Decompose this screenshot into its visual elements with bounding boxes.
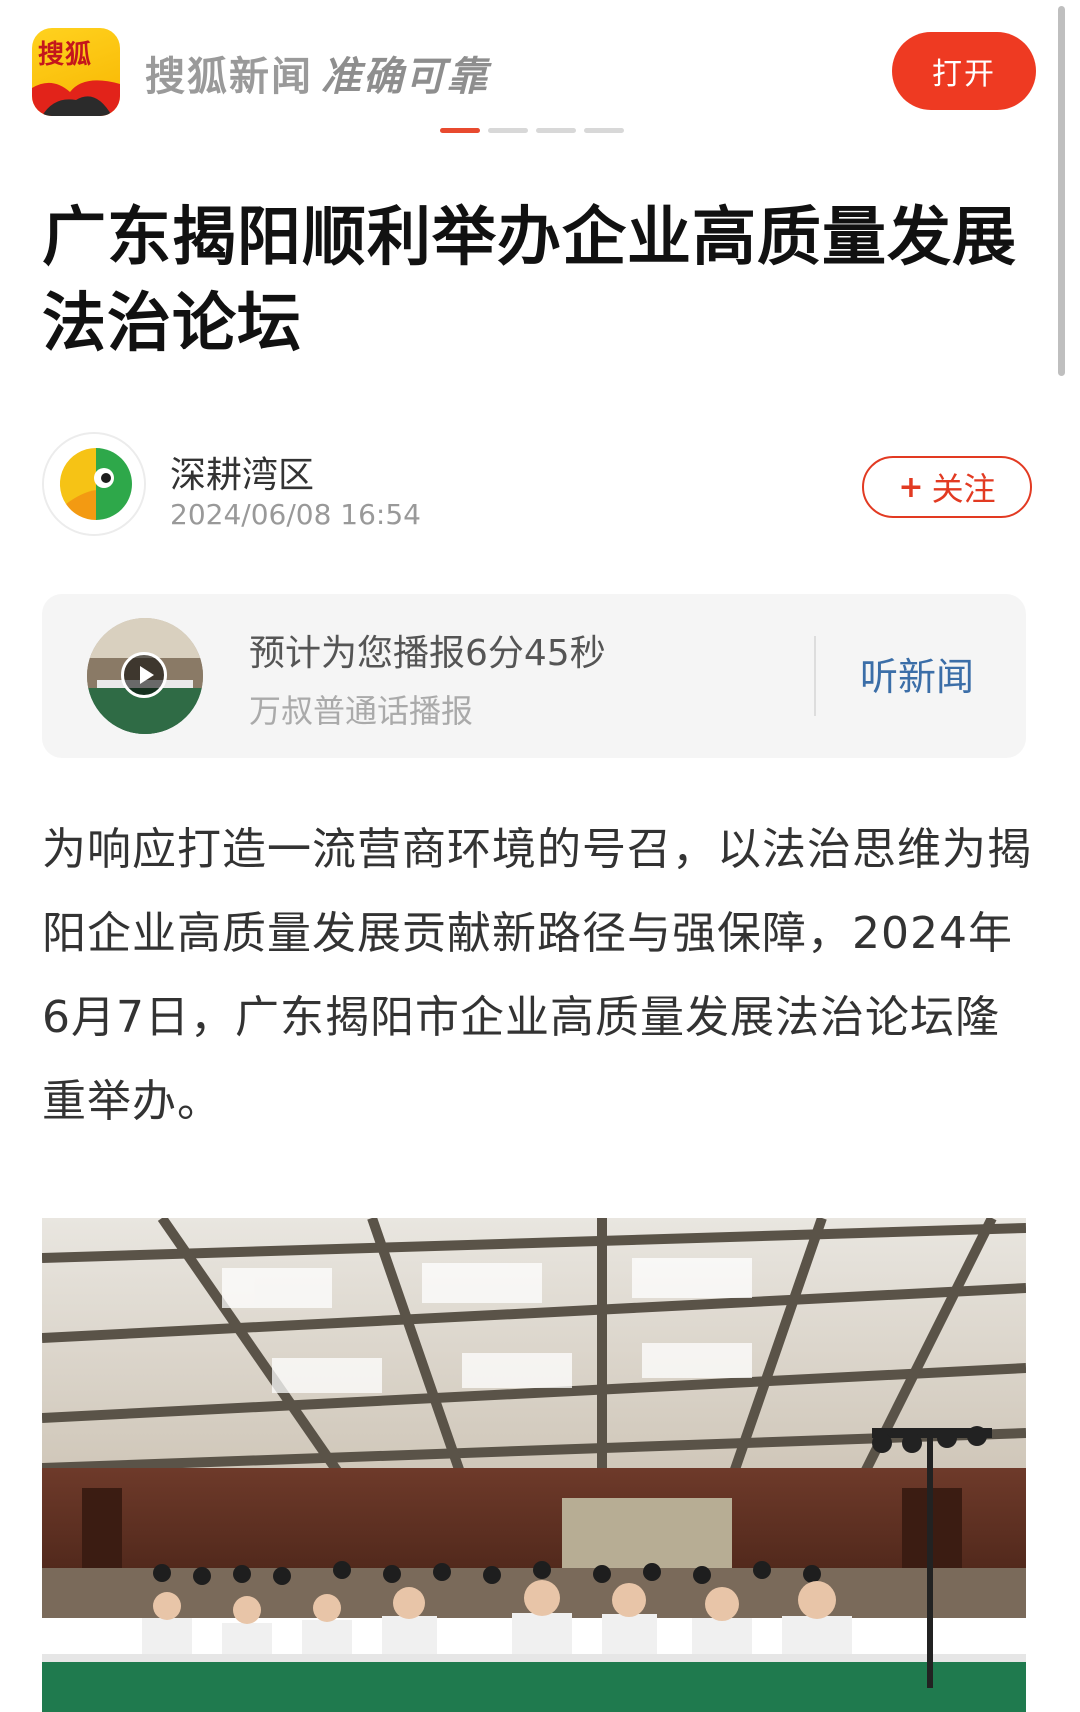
carousel-dot[interactable] bbox=[488, 128, 528, 133]
page-scrollbar[interactable] bbox=[1056, 0, 1068, 1712]
open-app-button[interactable]: 打开 bbox=[892, 32, 1036, 110]
conference-hall-image bbox=[42, 1218, 1026, 1712]
slogan-tagline: 准确可靠 bbox=[321, 53, 489, 100]
publish-time: 2024/06/08 16:54 bbox=[170, 498, 421, 531]
audio-thumbnail[interactable] bbox=[87, 618, 203, 734]
article-paragraph: 为响应打造一流营商环境的号召，以法治思维为揭阳企业高质量发展贡献新路径与强保障，… bbox=[42, 824, 1032, 1127]
broadcast-voice: 万叔普通话播报 bbox=[249, 692, 474, 730]
carousel-indicator bbox=[440, 128, 624, 133]
carousel-dot[interactable] bbox=[440, 128, 480, 133]
slogan-brand: 搜狐新闻 bbox=[145, 54, 313, 100]
scrollbar-thumb[interactable] bbox=[1058, 6, 1065, 376]
follow-label: 关注 bbox=[931, 470, 996, 508]
broadcast-duration: 预计为您播报6分45秒 bbox=[249, 633, 606, 674]
article-title: 广东揭阳顺利举办企业高质量发展法治论坛 bbox=[42, 201, 1017, 361]
plus-icon: + bbox=[898, 469, 924, 505]
author-avatar[interactable] bbox=[42, 432, 146, 536]
play-icon[interactable] bbox=[121, 652, 167, 698]
carousel-dot[interactable] bbox=[584, 128, 624, 133]
carousel-dot[interactable] bbox=[536, 128, 576, 133]
fox-logo-icon bbox=[32, 80, 120, 116]
audio-broadcast-card[interactable]: 预计为您播报6分45秒 万叔普通话播报 听新闻 bbox=[42, 594, 1026, 758]
slogan: 搜狐新闻 准确可靠 bbox=[145, 44, 489, 102]
article-page: 搜狐 搜狐新闻 准确可靠 打开 广东揭阳顺利举办企业高质量发展法治论坛 深耕湾区… bbox=[0, 0, 1080, 1712]
sohu-app-logo[interactable]: 搜狐 bbox=[32, 28, 120, 116]
parrot-avatar-icon bbox=[44, 434, 144, 534]
conference-photo[interactable] bbox=[42, 1218, 1026, 1712]
listen-news-button[interactable]: 听新闻 bbox=[860, 646, 974, 701]
app-header: 搜狐 搜狐新闻 准确可靠 打开 bbox=[0, 0, 1080, 150]
follow-button[interactable]: + 关注 bbox=[862, 456, 1032, 518]
author-name[interactable]: 深耕湾区 bbox=[170, 446, 314, 498]
divider bbox=[814, 636, 816, 716]
